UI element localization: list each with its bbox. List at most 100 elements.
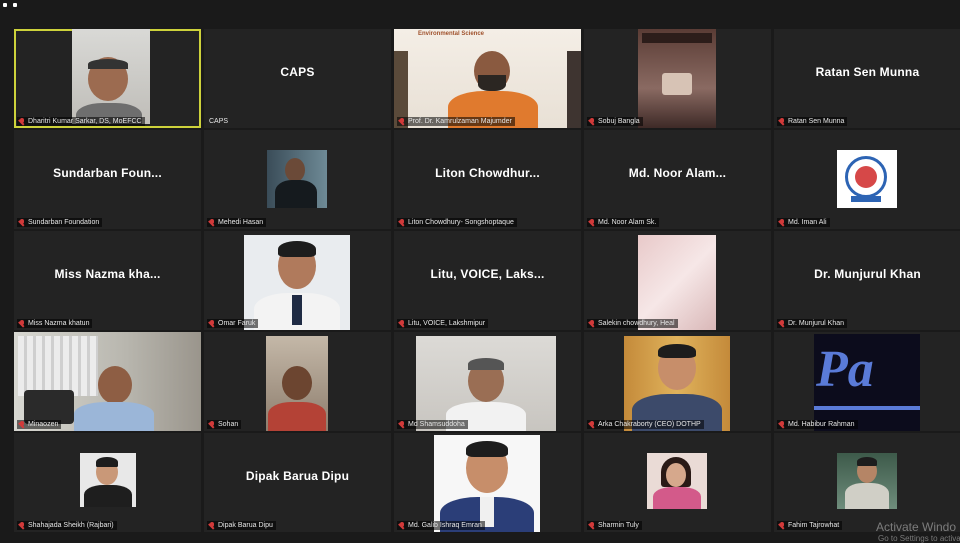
participant-name-label: Fahim Tajrowhat bbox=[777, 521, 843, 530]
participant-name-label: Miss Nazma khatun bbox=[17, 319, 93, 328]
mic-muted-icon bbox=[779, 219, 785, 226]
mic-muted-icon bbox=[399, 219, 405, 226]
top-bar bbox=[0, 0, 960, 26]
participant-display-name: Sundarban Foun... bbox=[53, 166, 162, 180]
profile-photo bbox=[80, 453, 136, 507]
participant-video bbox=[266, 336, 328, 431]
participant-name-label: Dr. Munjurul Khan bbox=[777, 319, 848, 328]
profile-photo bbox=[624, 336, 730, 431]
participant-name-label: Ratan Sen Munna bbox=[777, 117, 848, 126]
activate-windows-watermark: Activate Windo bbox=[876, 520, 957, 534]
participant-name-label: Dharitri Kumar Sarkar, DS, MoEFCC bbox=[17, 117, 145, 126]
participant-name-label: Sohan bbox=[207, 420, 242, 429]
participant-tile[interactable]: Fahim Tajrowhat bbox=[774, 433, 960, 532]
participant-name-label: Sharmin Tuly bbox=[587, 521, 642, 530]
participant-tile[interactable]: Md. Noor Alam... Md. Noor Alam Sk. bbox=[584, 130, 771, 229]
participant-name-label: CAPS bbox=[209, 118, 229, 125]
participant-name-label: Dipak Barua Dipu bbox=[207, 521, 276, 530]
participant-tile[interactable]: Miss Nazma kha... Miss Nazma khatun bbox=[14, 231, 201, 330]
participant-tile[interactable]: Salekin chowdhury, Heal bbox=[584, 231, 771, 330]
participant-tile[interactable]: Dr. Munjurul Khan Dr. Munjurul Khan bbox=[774, 231, 960, 330]
participant-grid: Dharitri Kumar Sarkar, DS, MoEFCC CAPS C… bbox=[14, 29, 960, 532]
participant-tile[interactable]: Arka Chakraborty (CEO) DOTHP bbox=[584, 332, 771, 431]
mic-muted-icon bbox=[589, 320, 595, 327]
mic-muted-icon bbox=[19, 522, 25, 529]
mic-muted-icon bbox=[19, 118, 25, 125]
participant-tile[interactable]: CAPS CAPS bbox=[204, 29, 391, 128]
profile-photo bbox=[267, 150, 327, 208]
participant-name-label: Md Shamsuddoha bbox=[397, 420, 468, 429]
mic-muted-icon bbox=[399, 118, 405, 125]
participant-display-name: Ratan Sen Munna bbox=[815, 65, 920, 79]
participant-tile[interactable]: Dharitri Kumar Sarkar, DS, MoEFCC bbox=[14, 29, 201, 128]
participant-tile[interactable]: Sohan bbox=[204, 332, 391, 431]
profile-photo bbox=[647, 453, 707, 509]
participant-name-label: Md. Iman Ali bbox=[777, 218, 830, 227]
participant-tile[interactable]: Sharmin Tuly bbox=[584, 433, 771, 532]
profile-photo bbox=[244, 235, 350, 330]
participant-tile[interactable]: Liton Chowdhur... Liton Chowdhury- Songs… bbox=[394, 130, 581, 229]
mic-muted-icon bbox=[779, 421, 785, 428]
participant-tile[interactable]: Pa Md. Habibur Rahman bbox=[774, 332, 960, 431]
participant-name-label: Sundarban Foundation bbox=[17, 218, 103, 227]
mic-muted-icon bbox=[589, 421, 595, 428]
participant-name-label: Shahajada Sheikh (Rajbari) bbox=[17, 521, 117, 530]
participant-name-label: Arka Chakraborty (CEO) DOTHP bbox=[587, 420, 704, 429]
profile-photo bbox=[837, 453, 897, 509]
logo-text: Pa bbox=[816, 341, 874, 398]
wall-sign: Environmental Science bbox=[417, 31, 485, 37]
mic-muted-icon bbox=[399, 522, 405, 529]
participant-name-label: Sobuj Bangla bbox=[587, 117, 643, 126]
participant-display-name: Dipak Barua Dipu bbox=[245, 469, 350, 483]
participant-video: Environmental Science bbox=[394, 29, 581, 128]
participant-display-name: Litu, VOICE, Laks... bbox=[430, 267, 545, 281]
mic-muted-icon bbox=[209, 522, 215, 529]
mic-muted-icon bbox=[19, 219, 25, 226]
participant-tile[interactable]: Litu, VOICE, Laks... Litu, VOICE, Lakshm… bbox=[394, 231, 581, 330]
participant-tile[interactable]: Md. Iman Ali bbox=[774, 130, 960, 229]
window-dot bbox=[3, 3, 7, 7]
organization-logo: Pa bbox=[814, 334, 920, 431]
participant-display-name: Miss Nazma kha... bbox=[54, 267, 161, 281]
profile-photo bbox=[434, 435, 540, 532]
participant-tile[interactable]: Minaozen bbox=[14, 332, 201, 431]
participant-tile[interactable]: Md. Galib Ishraq Emran bbox=[394, 433, 581, 532]
participant-tile[interactable]: Sobuj Bangla bbox=[584, 29, 771, 128]
mic-muted-icon bbox=[779, 522, 785, 529]
participant-name-label: Mehedi Hasan bbox=[207, 218, 267, 227]
participant-video bbox=[638, 235, 716, 330]
window-dot bbox=[13, 3, 17, 7]
activate-windows-watermark-subtext: Go to Settings to activate bbox=[878, 534, 960, 543]
participant-name-label: Liton Chowdhury- Songshoptaque bbox=[397, 218, 517, 227]
participant-display-name: Md. Noor Alam... bbox=[628, 166, 727, 180]
participant-tile[interactable]: Mehedi Hasan bbox=[204, 130, 391, 229]
mic-muted-icon bbox=[589, 118, 595, 125]
participant-tile[interactable]: Dipak Barua Dipu Dipak Barua Dipu bbox=[204, 433, 391, 532]
participant-tile[interactable]: Md Shamsuddoha bbox=[394, 332, 581, 431]
participant-name-label: Md. Galib Ishraq Emran bbox=[397, 521, 485, 530]
mic-muted-icon bbox=[589, 219, 595, 226]
participant-video bbox=[638, 29, 716, 128]
participant-name-label: Prof. Dr. Kamrulzaman Majumder bbox=[397, 117, 515, 126]
participant-tile[interactable]: Environmental Science Prof. Dr. Kamrulza… bbox=[394, 29, 581, 128]
participant-display-name: Dr. Munjurul Khan bbox=[814, 267, 921, 281]
participant-display-name: Liton Chowdhur... bbox=[435, 166, 540, 180]
mic-muted-icon bbox=[209, 320, 215, 327]
mic-muted-icon bbox=[209, 421, 215, 428]
participant-name-label: Omar Faruk bbox=[207, 319, 259, 328]
participant-name-label: Salekin chowdhury, Heal bbox=[587, 319, 678, 328]
participant-video bbox=[14, 332, 201, 431]
mic-muted-icon bbox=[399, 421, 405, 428]
organization-logo bbox=[837, 150, 897, 208]
participant-tile[interactable]: Sundarban Foun... Sundarban Foundation bbox=[14, 130, 201, 229]
mic-muted-icon bbox=[19, 421, 25, 428]
mic-muted-icon bbox=[209, 219, 215, 226]
mic-muted-icon bbox=[779, 320, 785, 327]
participant-name-label: Md. Noor Alam Sk. bbox=[587, 218, 660, 227]
participant-tile[interactable]: Shahajada Sheikh (Rajbari) bbox=[14, 433, 201, 532]
participant-display-name: CAPS bbox=[280, 65, 315, 79]
participant-tile[interactable]: Ratan Sen Munna Ratan Sen Munna bbox=[774, 29, 960, 128]
mic-muted-icon bbox=[19, 320, 25, 327]
mic-muted-icon bbox=[589, 522, 595, 529]
participant-tile[interactable]: Omar Faruk bbox=[204, 231, 391, 330]
